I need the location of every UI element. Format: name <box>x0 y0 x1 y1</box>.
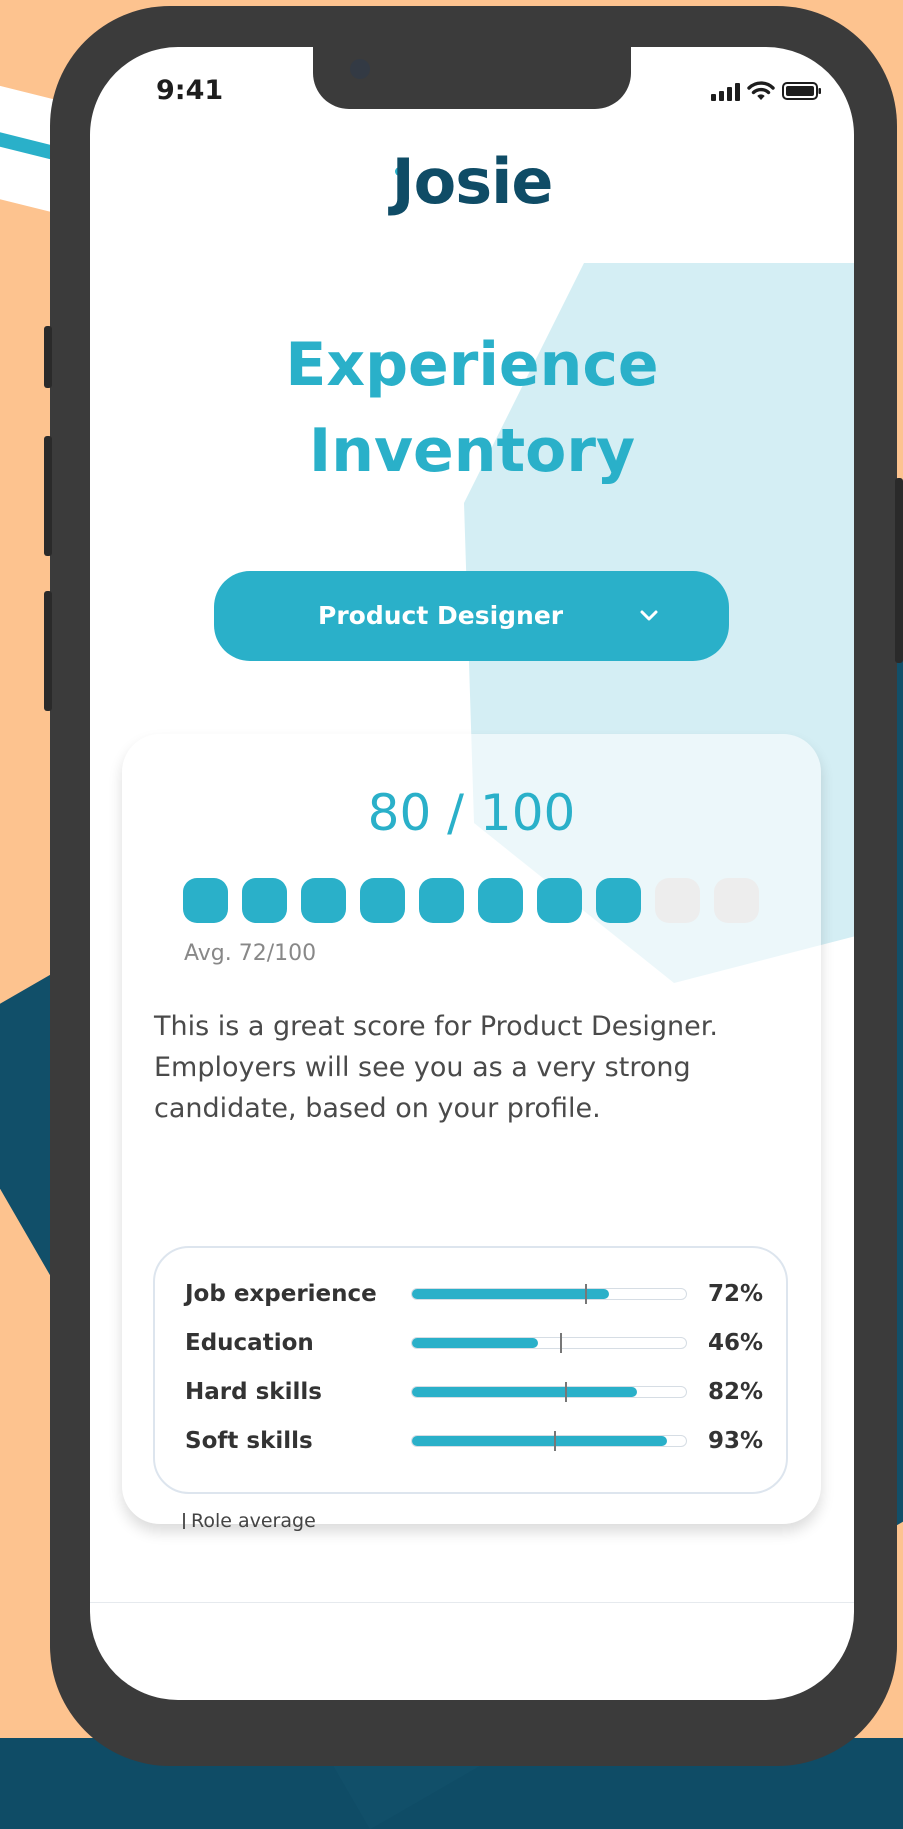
metric-label: Hard skills <box>185 1379 322 1405</box>
score-dot-filled <box>537 878 582 923</box>
metric-percent: 46% <box>708 1330 764 1356</box>
bottom-divider <box>90 1602 854 1603</box>
score-dot-filled <box>596 878 641 923</box>
metrics-panel: Job experience 72% Education 46% Hard sk… <box>153 1246 788 1494</box>
app-screen: 9:41 Josie Experience Inventory Product … <box>90 47 854 1700</box>
phone-frame: 9:41 Josie Experience Inventory Product … <box>44 6 903 1766</box>
page-title-line2: Inventory <box>308 416 636 486</box>
metric-bar <box>411 1431 687 1451</box>
metric-row-soft-skills: Soft skills 93% <box>185 1426 765 1456</box>
score-dot-filled <box>242 878 287 923</box>
metric-fill <box>412 1387 637 1397</box>
average-score: Avg. 72/100 <box>184 941 317 966</box>
power-button <box>895 478 903 663</box>
score-dots <box>183 878 759 923</box>
metric-label: Job experience <box>185 1281 377 1307</box>
metric-percent: 93% <box>708 1428 764 1454</box>
metric-bar <box>411 1382 687 1402</box>
status-time: 9:41 <box>156 75 224 106</box>
score-value: 80 / 100 <box>367 784 576 842</box>
mute-switch <box>44 326 52 388</box>
score-dot-filled <box>419 878 464 923</box>
metric-percent: 72% <box>708 1281 764 1307</box>
metric-bar <box>411 1333 687 1353</box>
metric-fill <box>412 1436 667 1446</box>
score-card: 80 / 100 Avg. 72/100 This is a great sco… <box>122 734 821 1532</box>
score-dot-empty <box>655 878 700 923</box>
role-average-legend: Role average <box>183 1510 316 1532</box>
notch <box>313 47 631 109</box>
score-dot-filled <box>301 878 346 923</box>
wifi-icon <box>747 81 775 100</box>
volume-up-button <box>44 436 52 556</box>
josie-logo: Josie <box>391 145 554 218</box>
role-dropdown-value: Product Designer <box>318 601 564 630</box>
score-dot-filled <box>183 878 228 923</box>
metric-percent: 82% <box>708 1379 764 1405</box>
status-icons <box>711 81 822 101</box>
metric-bar <box>411 1284 687 1304</box>
page-title-line1: Experience <box>285 330 659 400</box>
role-average-marker <box>554 1431 556 1451</box>
score-dot-filled <box>360 878 405 923</box>
metric-row-education: Education 46% <box>185 1328 765 1358</box>
metric-fill <box>412 1289 609 1299</box>
role-average-marker <box>560 1333 562 1353</box>
score-dot-empty <box>714 878 759 923</box>
role-average-legend-label: Role average <box>191 1510 316 1532</box>
metric-label: Soft skills <box>185 1428 313 1454</box>
metric-label: Education <box>185 1330 314 1356</box>
volume-down-button <box>44 591 52 711</box>
role-dropdown[interactable]: Product Designer <box>214 571 729 661</box>
signal-icon <box>711 83 740 101</box>
battery-icon <box>782 82 821 100</box>
camera <box>350 59 370 79</box>
page-title: Experience Inventory <box>90 322 854 494</box>
score-dot-filled <box>478 878 523 923</box>
chevron-down-icon <box>640 610 658 621</box>
role-average-marker <box>585 1284 587 1304</box>
metric-row-hard-skills: Hard skills 82% <box>185 1377 765 1407</box>
metric-row-job-experience: Job experience 72% <box>185 1279 765 1309</box>
metric-fill <box>412 1338 538 1348</box>
score-description: This is a great score for Product Design… <box>154 1011 718 1124</box>
role-average-legend-mark <box>183 1513 185 1529</box>
role-average-marker <box>565 1382 567 1402</box>
